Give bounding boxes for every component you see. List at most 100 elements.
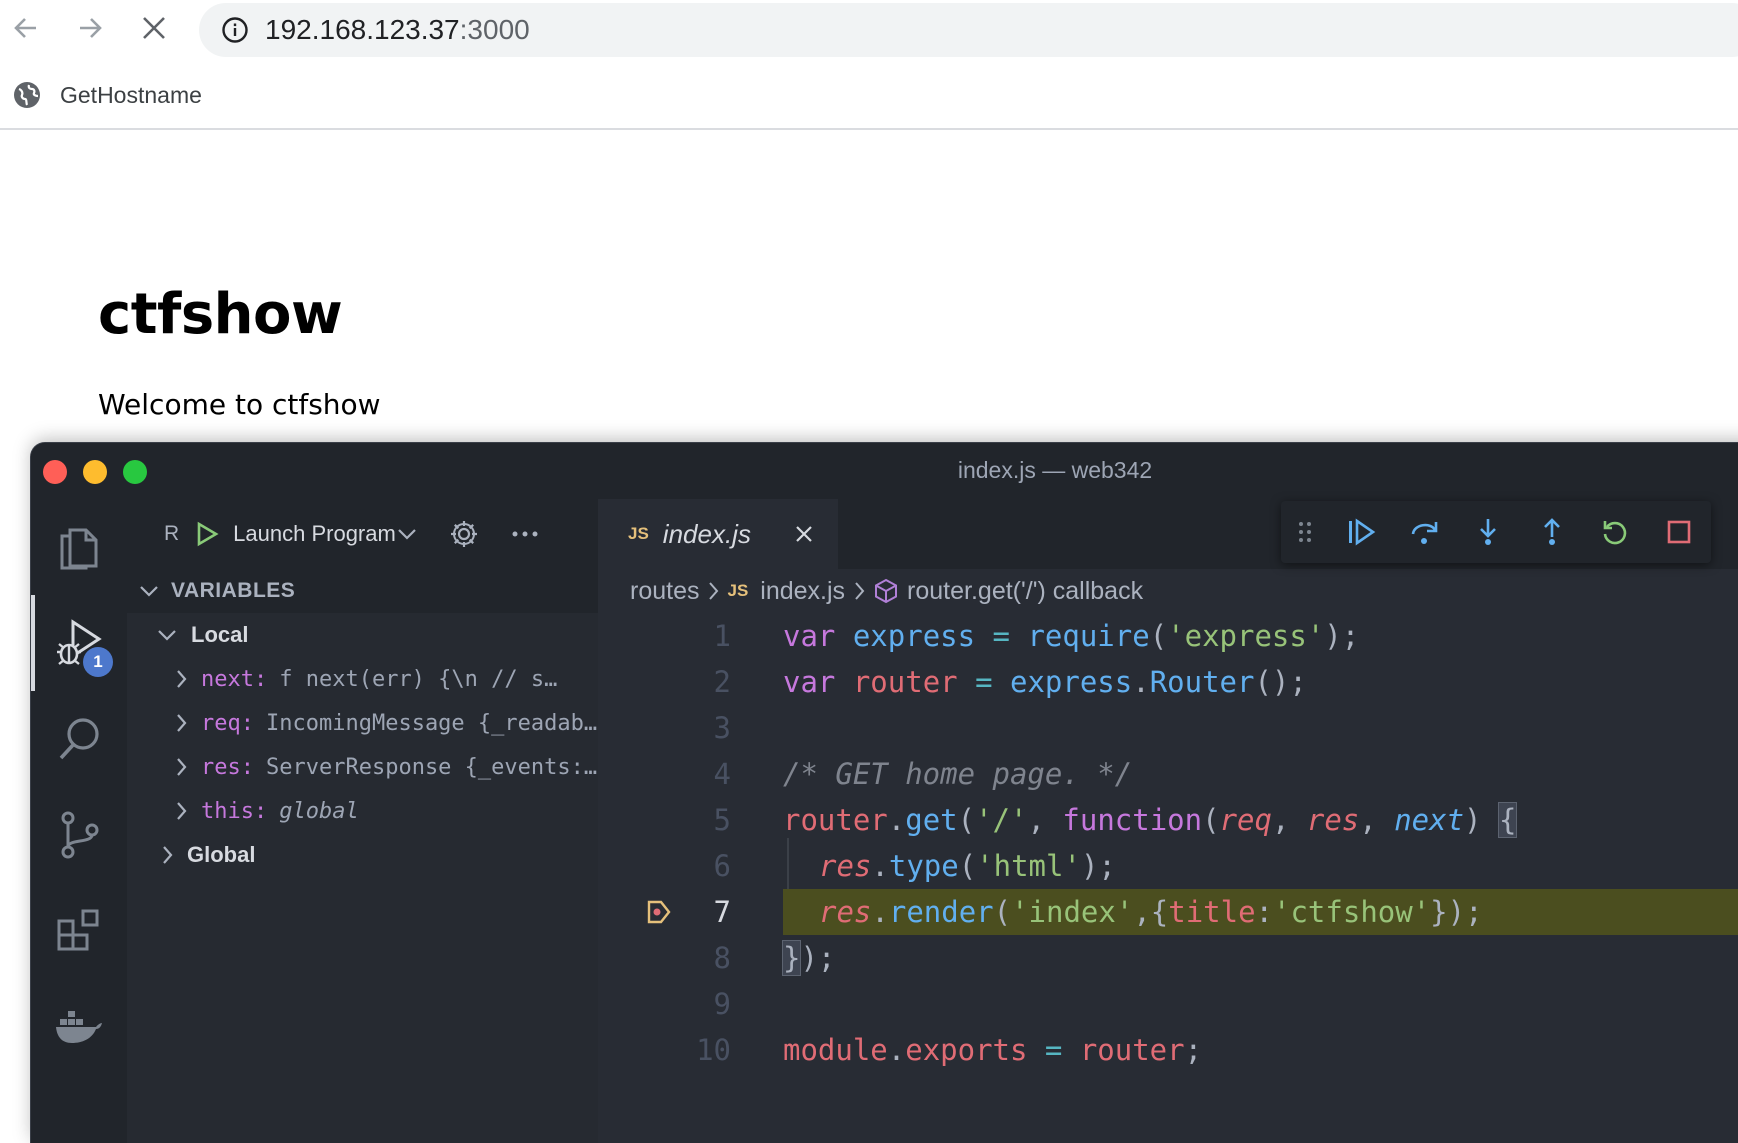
back-button[interactable] [6, 8, 46, 48]
variable-name: next [201, 666, 254, 692]
variables-header[interactable]: VARIABLES [127, 569, 598, 613]
code-line: 4 /* GET home page. */ [598, 751, 1738, 797]
page-welcome-text: Welcome to ctfshow [98, 388, 381, 421]
continue-icon [1348, 518, 1375, 546]
url-port: :3000 [459, 14, 530, 45]
window-title: index.js — web342 [957, 457, 1153, 483]
code-line: 5 router.get('/', function(req, res, nex… [598, 797, 1738, 843]
bookmark-label: GetHostname [60, 81, 202, 108]
page-title: ctfshow [98, 282, 343, 347]
line-code: res.render('index',{title:'ctfshow'}); [819, 895, 1483, 929]
line-number: 3 [713, 711, 731, 745]
start-debugging-button[interactable] [195, 521, 219, 547]
step-into-button[interactable] [1456, 501, 1520, 563]
vscode-titlebar: index.js — web342 [31, 443, 1738, 499]
url-host: 192.168.123.37 [265, 14, 460, 45]
code-line: 1 var express = require('express'); [598, 613, 1738, 659]
variable-value: f next(err) {\n // s… [279, 666, 558, 692]
breadcrumb-symbol[interactable]: router.get('/') callback [907, 577, 1143, 606]
debug-session-badge: 1 [83, 647, 113, 677]
restart-icon [1604, 521, 1627, 545]
tab-index-js[interactable]: JS index.js [598, 499, 838, 569]
source-control-icon [61, 811, 99, 859]
play-icon [197, 521, 219, 547]
globe-icon [14, 82, 40, 108]
variable-colon: : [253, 798, 268, 824]
chevron-right-icon [707, 581, 719, 601]
code-editor[interactable]: 1 var express = require('express'); 2 va… [598, 613, 1738, 1143]
step-out-button[interactable] [1520, 501, 1584, 563]
minimize-window-button[interactable] [83, 460, 107, 484]
continue-button[interactable] [1329, 501, 1393, 563]
extensions-button[interactable] [31, 883, 127, 979]
line-number: 6 [713, 849, 731, 883]
source-control-button[interactable] [31, 787, 127, 883]
step-out-icon [1543, 518, 1560, 545]
variable-value: ServerResponse {_events:… [266, 754, 598, 780]
explorer-button[interactable] [31, 499, 127, 595]
variable-row[interactable]: req: IncomingMessage {_readab… [127, 701, 598, 745]
scope-global[interactable]: Global [127, 833, 598, 877]
variable-row[interactable]: res: ServerResponse {_events:… [127, 745, 598, 789]
line-code: var express = require('express'); [783, 619, 1360, 653]
forward-button[interactable] [70, 8, 110, 48]
variable-colon: : [253, 666, 268, 692]
restart-button[interactable] [1584, 501, 1648, 563]
search-button[interactable] [31, 691, 127, 787]
gear-icon [451, 521, 478, 547]
drag-handle[interactable] [1281, 501, 1329, 563]
site-info-icon[interactable] [221, 16, 249, 44]
maximize-window-button[interactable] [123, 460, 147, 484]
debug-toolbar [1281, 501, 1711, 563]
line-code: res.type('html'); [819, 849, 1116, 883]
ellipsis-icon [512, 531, 538, 537]
line-number: 2 [713, 665, 731, 699]
chevron-down-icon [158, 630, 176, 641]
variable-name: res [201, 754, 241, 780]
breadcrumb-file[interactable]: index.js [760, 577, 845, 606]
scope-global-label: Global [187, 842, 256, 867]
debug-config-bar: R Launch Program [127, 499, 598, 569]
variable-row[interactable]: this: global [127, 789, 598, 833]
debug-config-select[interactable]: Launch Program [233, 521, 421, 547]
line-number: 10 [696, 1033, 731, 1067]
chevron-right-icon [177, 802, 187, 820]
chevron-right-icon [177, 758, 187, 776]
close-window-button[interactable] [43, 460, 67, 484]
breadcrumb-folder[interactable]: routes [630, 577, 699, 606]
open-launch-json-button[interactable] [449, 519, 479, 549]
code-line: 9 [598, 981, 1738, 1027]
chevron-down-icon [140, 586, 158, 597]
gripper-icon [1298, 522, 1311, 542]
docker-button[interactable] [31, 979, 127, 1075]
code-line: 10 module.exports = router; [598, 1027, 1738, 1073]
bookmark-gethostname[interactable]: GetHostname [12, 80, 202, 110]
step-over-button[interactable] [1392, 501, 1456, 563]
line-number: 8 [713, 941, 731, 975]
scope-local[interactable]: Local [127, 613, 598, 657]
files-icon [60, 528, 98, 570]
close-tab-button[interactable] [795, 525, 813, 543]
variable-name: this [201, 798, 254, 824]
stop-icon [1667, 520, 1691, 544]
variables-title: VARIABLES [171, 579, 296, 602]
variable-value: global [279, 798, 359, 824]
close-icon [143, 17, 165, 39]
stop-button[interactable] [1647, 501, 1711, 563]
bookmarks-bar: GetHostname [0, 62, 1738, 130]
activity-bar: 1 [31, 499, 127, 1143]
variable-row[interactable]: next: f next(err) {\n // s… [127, 657, 598, 701]
run-and-debug-button[interactable]: 1 [31, 595, 127, 691]
line-code: /* GET home page. */ [783, 757, 1133, 791]
variable-name: req [201, 710, 241, 736]
close-icon [796, 526, 812, 542]
more-actions-button[interactable] [511, 530, 539, 538]
step-over-icon [1412, 522, 1438, 544]
url-text: 192.168.123.37:3000 [265, 14, 530, 46]
line-number: 4 [713, 757, 731, 791]
address-bar[interactable]: 192.168.123.37:3000 [199, 3, 1738, 57]
line-code: router.get('/', function(req, res, next)… [783, 802, 1518, 838]
stop-loading-button[interactable] [134, 8, 174, 48]
extensions-icon [57, 909, 99, 951]
line-number: 7 [713, 895, 731, 929]
